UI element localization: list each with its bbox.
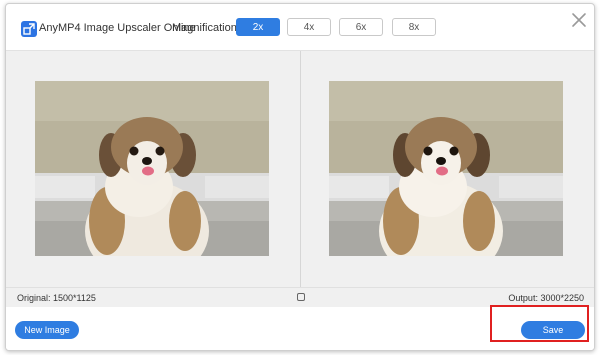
magnification-8x-button[interactable]: 8x (392, 18, 436, 36)
magnification-label: Magnification: (172, 22, 240, 34)
magnification-6x-button[interactable]: 6x (339, 18, 383, 36)
header: AnyMP4 Image Upscaler Online Magnificati… (6, 4, 594, 50)
panel-divider (300, 51, 301, 288)
output-image (329, 81, 563, 256)
original-image (35, 81, 269, 256)
magnification-2x-button[interactable]: 2x (236, 18, 280, 36)
preview-area (6, 50, 594, 288)
magnification-4x-button[interactable]: 4x (287, 18, 331, 36)
new-image-button[interactable]: New Image (15, 321, 79, 339)
output-size-label: Output: 3000*2250 (508, 293, 584, 303)
close-icon[interactable] (569, 10, 589, 30)
original-size-label: Original: 1500*1125 (17, 293, 96, 303)
image-upscale-icon (21, 21, 37, 37)
compare-icon[interactable] (297, 293, 305, 301)
upscaler-dialog: AnyMP4 Image Upscaler Online Magnificati… (5, 3, 595, 351)
save-highlight-box (490, 305, 589, 342)
